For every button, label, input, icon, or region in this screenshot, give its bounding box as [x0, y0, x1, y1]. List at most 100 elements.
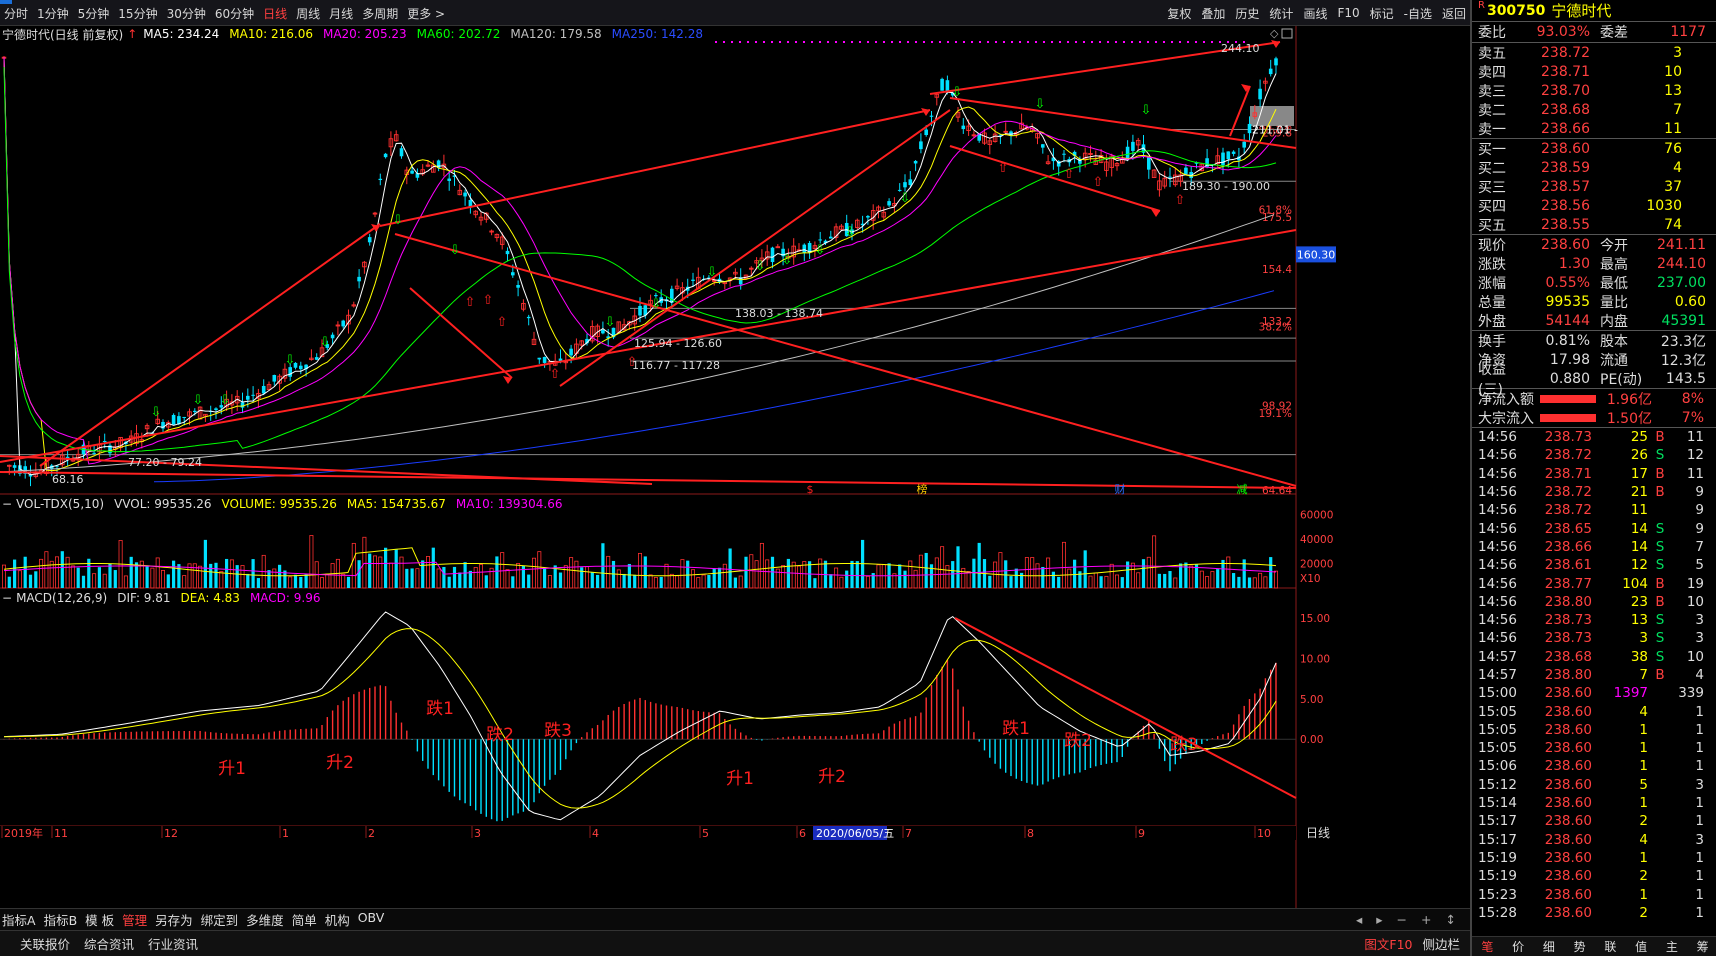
volume-bar: [733, 577, 737, 588]
volume-bar: [596, 574, 600, 588]
indicator-tab-3[interactable]: 管理: [122, 910, 147, 929]
candle-body: [1274, 58, 1278, 66]
candle-body: [288, 367, 292, 377]
quote-tab-1[interactable]: 价: [1503, 938, 1534, 955]
period-toolbar: 分时 1分钟 5分钟 15分钟 30分钟 60分钟 日线 周线 月线 多周期 更多 > 复权 叠加 历史…: [0, 0, 1470, 26]
stat-value: 0.60: [1674, 293, 1706, 310]
scroll-right-icon[interactable]: ▸: [1376, 912, 1382, 927]
period-tab-5[interactable]: 60分钟: [215, 5, 254, 22]
fit-icon[interactable]: ↕: [1446, 912, 1456, 927]
status-tab-0[interactable]: 关联报价: [20, 934, 70, 953]
stat-label: 外盘: [1478, 313, 1506, 330]
volume-bar: [240, 565, 245, 589]
quote-tab-2[interactable]: 细: [1534, 938, 1565, 955]
quote-tab-7[interactable]: 筹: [1687, 938, 1716, 955]
volume-bar: [1210, 571, 1215, 589]
dot-mark: [1051, 41, 1053, 43]
x-axis-bg: [0, 826, 1296, 840]
chart-area[interactable]: 宁德时代(日线 前复权) ↑ MA5: 234.24 MA10: 216.06 …: [0, 26, 1470, 908]
volume-bar: [781, 565, 786, 589]
indicator-tab-8[interactable]: 机构: [325, 910, 350, 929]
tool-button-6[interactable]: 标记: [1370, 5, 1394, 22]
tick-list[interactable]: 14:56 238.73 25 B 11 14:56 238.72 26 S 12 14:56 238…: [1472, 428, 1716, 922]
volume-bar: [478, 564, 483, 589]
stat-label: 股本: [1600, 333, 1628, 350]
candle-body: [299, 365, 303, 370]
indicator-tab-7[interactable]: 简单: [292, 910, 317, 929]
weicha-value: 1177: [1670, 24, 1706, 40]
period-tab-2[interactable]: 5分钟: [78, 5, 110, 22]
period-tab-0[interactable]: 分时: [4, 5, 28, 22]
bid-row: 买五 238.55 74: [1472, 215, 1716, 234]
fund-flows: 净流入额 1.96亿 8% 大宗流入 1.50亿 7%: [1472, 389, 1716, 427]
quote-tab-6[interactable]: 主: [1657, 938, 1688, 955]
tool-button-4[interactable]: 画线: [1303, 5, 1327, 22]
zoom-out-icon[interactable]: −: [1397, 912, 1407, 927]
tick-count: 12: [1686, 447, 1704, 464]
dot-mark: [859, 41, 861, 43]
stock-code: 300750: [1486, 2, 1546, 19]
tick-price: 238.60: [1544, 795, 1592, 812]
volume-bar: [722, 563, 727, 589]
period-tab-9[interactable]: 多周期: [362, 5, 398, 22]
quote-tab-5[interactable]: 值: [1626, 938, 1657, 955]
indicator-tab-9[interactable]: OBV: [358, 910, 385, 929]
indicator-tab-1[interactable]: 指标B: [44, 910, 78, 929]
sell-signal-icon: ⇩: [651, 297, 662, 312]
bid-book: 买一 238.60 76 买二 238.59 4 买三 238.57 37 买四 238.56 103…: [1472, 139, 1716, 234]
indicator-tab-2[interactable]: 模 板: [85, 910, 114, 929]
volume-bar: [813, 578, 817, 588]
kline-chart[interactable]: 209.880.9%175.561.8%154.4133.238.2%98.92…: [0, 26, 1470, 908]
status-right-button-0[interactable]: 图文F10: [1364, 934, 1412, 953]
dot-mark: [1211, 41, 1213, 43]
tick-price: 238.72: [1544, 484, 1592, 501]
candle-body: [171, 414, 176, 425]
indicator-tab-0[interactable]: 指标A: [2, 910, 36, 929]
status-right-button-1[interactable]: 侧边栏: [1422, 934, 1460, 953]
volume-bar: [1024, 557, 1029, 589]
zoom-in-icon[interactable]: +: [1421, 912, 1431, 927]
tool-button-1[interactable]: 叠加: [1201, 5, 1225, 22]
volume-bar: [97, 567, 101, 588]
period-tab-6[interactable]: 日线: [263, 5, 287, 22]
quote-tab-0[interactable]: 笔: [1472, 938, 1503, 955]
quote-tab-3[interactable]: 势: [1564, 938, 1595, 955]
scroll-left-icon[interactable]: ◂: [1356, 912, 1362, 927]
candle-body: [505, 250, 510, 255]
status-tab-1[interactable]: 综合资讯: [84, 934, 134, 953]
ask-volume: 3: [1673, 44, 1682, 61]
indicator-tab-5[interactable]: 绑定到: [201, 910, 239, 929]
dot-mark: [971, 41, 973, 43]
tool-button-2[interactable]: 历史: [1235, 5, 1259, 22]
indicator-tab-4[interactable]: 另存为: [155, 910, 193, 929]
period-tab-10[interactable]: 更多 >: [407, 5, 445, 22]
indicator-tab-6[interactable]: 多维度: [246, 910, 284, 929]
tick-time: 15:17: [1478, 831, 1517, 848]
tool-button-5[interactable]: F10: [1337, 6, 1359, 20]
dot-mark: [819, 41, 821, 43]
tick-count: 3: [1695, 630, 1704, 647]
macd-wave-label: 跌1: [426, 699, 454, 719]
tool-button-7[interactable]: -自选: [1404, 5, 1432, 22]
period-tab-4[interactable]: 30分钟: [167, 5, 206, 22]
volume-bar: [865, 575, 870, 589]
tick-price: 238.73: [1544, 612, 1592, 629]
tool-button-3[interactable]: 统计: [1269, 5, 1293, 22]
volume-bar: [166, 574, 170, 588]
period-tab-8[interactable]: 月线: [329, 5, 353, 22]
volume-bar: [500, 552, 505, 589]
volume-bar: [431, 547, 435, 588]
status-tab-2[interactable]: 行业资讯: [148, 934, 198, 953]
tool-button-8[interactable]: 返回: [1442, 5, 1466, 22]
quote-tab-4[interactable]: 联: [1595, 938, 1626, 955]
stat-label: 换手: [1478, 333, 1506, 350]
period-tab-7[interactable]: 周线: [296, 5, 320, 22]
volume-bar: [65, 556, 70, 589]
sell-signal-icon: ⇩: [900, 191, 911, 206]
period-tab-1[interactable]: 1分钟: [37, 5, 69, 22]
dot-mark: [803, 41, 805, 43]
volume-bar: [993, 561, 998, 589]
volume-bar: [738, 575, 743, 589]
period-tab-3[interactable]: 15分钟: [118, 5, 157, 22]
tool-button-0[interactable]: 复权: [1167, 5, 1191, 22]
